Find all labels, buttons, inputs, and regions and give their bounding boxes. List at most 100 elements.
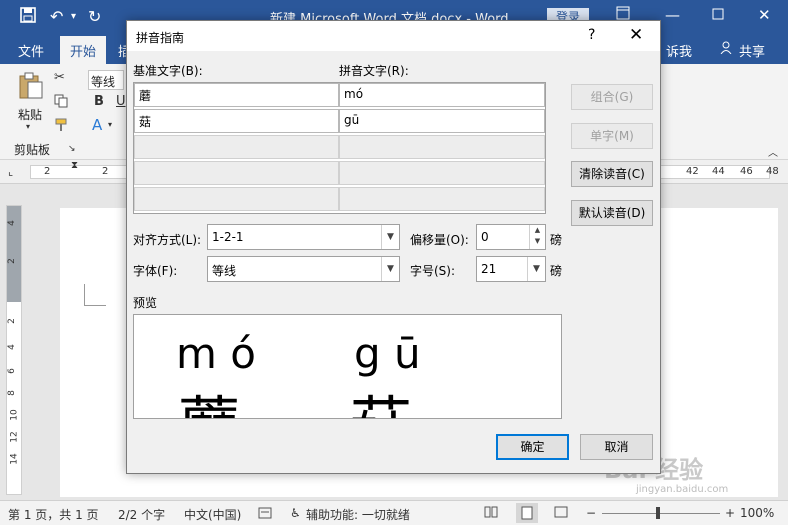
tab-home[interactable]: 开始: [60, 36, 107, 64]
size-value: 21: [481, 262, 497, 276]
undo-icon[interactable]: ↶: [50, 7, 63, 26]
underline-button[interactable]: U: [116, 94, 126, 109]
offset-spinner[interactable]: 0 ▲ ▼: [476, 224, 546, 250]
alignment-select[interactable]: 1-2-1 ▼: [207, 224, 400, 250]
word-count[interactable]: 2/2 个字: [118, 506, 165, 523]
vruler-tick: 14: [9, 453, 20, 465]
font-value: 等线: [212, 264, 237, 278]
baidu-watermark-url: jingyan.baidu.com: [636, 484, 729, 495]
ruby-text-label: 拼音文字(R):: [339, 64, 409, 78]
save-icon[interactable]: [20, 7, 36, 27]
ruler-tick: 46: [740, 166, 753, 177]
undo-dropdown-icon[interactable]: ▾: [71, 11, 76, 22]
ruby-text-cell: [339, 187, 545, 211]
ruler-tick: 48: [766, 166, 779, 177]
format-painter-icon[interactable]: [54, 118, 68, 136]
vruler-tick: 2: [6, 258, 17, 264]
cut-icon[interactable]: ✂: [54, 70, 65, 85]
text-effects-icon[interactable]: A: [92, 116, 102, 134]
zoom-in-button[interactable]: +: [725, 506, 735, 520]
size-select[interactable]: 21 ▼: [476, 256, 546, 282]
base-text-cell: [134, 161, 339, 185]
web-layout-icon[interactable]: [554, 506, 568, 521]
status-bar: 第 1 页，共 1 页 2/2 个字 中文(中国) ♿ 辅助功能: 一切就绪 −…: [0, 500, 788, 525]
preview-box: m ó g ū 蘑 菇: [133, 314, 562, 419]
zoom-out-button[interactable]: −: [586, 506, 596, 520]
print-layout-icon[interactable]: [516, 503, 538, 523]
base-text-cell: [134, 135, 339, 159]
font-name-box[interactable]: 等线: [88, 70, 124, 90]
vruler-tick: 10: [9, 409, 20, 421]
preview-ruby-1: m ó: [176, 329, 256, 378]
base-text-label: 基准文字(B):: [133, 64, 203, 78]
minimize-icon[interactable]: —: [665, 6, 680, 24]
user-icon: [720, 41, 732, 58]
macro-icon[interactable]: [258, 506, 272, 523]
chevron-down-icon[interactable]: ▼: [527, 257, 545, 281]
text-grid: 蘑 mó 菇 gū: [133, 82, 546, 214]
dialog-titlebar: 拼音指南 ? ✕: [127, 21, 660, 51]
clear-reading-button[interactable]: 清除读音(C): [571, 161, 653, 187]
clipboard-group-label: 剪贴板: [14, 143, 51, 157]
clipboard-launcher-icon[interactable]: ↘: [68, 144, 76, 154]
collapse-ribbon-icon[interactable]: ︿: [768, 144, 778, 159]
accessibility-status[interactable]: 辅助功能: 一切就绪: [306, 506, 410, 523]
margin-corner-mark: [84, 284, 106, 306]
ok-button[interactable]: 确定: [496, 434, 569, 460]
copy-icon[interactable]: [54, 94, 68, 112]
window-close-icon[interactable]: ✕: [758, 6, 771, 24]
zoom-slider[interactable]: [602, 513, 720, 514]
base-text-cell[interactable]: 蘑: [134, 83, 339, 107]
zoom-thumb[interactable]: [656, 507, 660, 519]
alignment-label: 对齐方式(L):: [133, 233, 202, 247]
tab-selector-icon[interactable]: ⌞: [8, 165, 13, 178]
ruler-tick: 2: [102, 166, 109, 177]
font-label: 字体(F):: [133, 264, 178, 278]
offset-value: 0: [481, 230, 489, 244]
preview-ruby-2: g ū: [354, 329, 421, 378]
vertical-ruler: 4 2 2 4 6 8 10 12 14: [6, 205, 22, 495]
chevron-down-icon[interactable]: ▼: [381, 257, 399, 281]
vruler-tick: 4: [6, 344, 17, 350]
offset-unit: 磅: [550, 233, 563, 247]
ruler-tick: 2: [44, 166, 51, 177]
bold-button[interactable]: B: [94, 94, 104, 109]
paste-dropdown-icon[interactable]: ▾: [26, 122, 30, 131]
zoom-level[interactable]: 100%: [740, 506, 774, 520]
preview-base-2: 菇: [350, 375, 412, 418]
spinner-arrows-icon[interactable]: ▲ ▼: [529, 225, 545, 249]
preview-base-1: 蘑: [178, 375, 240, 418]
vruler-tick: 4: [6, 220, 17, 226]
preview-label: 预览: [133, 296, 158, 310]
text-effects-dropdown-icon[interactable]: ▾: [108, 120, 112, 129]
share-button[interactable]: 共享: [739, 41, 765, 60]
tab-file[interactable]: 文件: [18, 41, 44, 60]
phonetic-guide-dialog: 拼音指南 ? ✕ 基准文字(B): 拼音文字(R): 蘑 mó 菇 gū 组合(…: [126, 20, 661, 474]
accessibility-icon[interactable]: ♿: [290, 506, 301, 520]
indent-marker-icon[interactable]: ⧗: [71, 160, 78, 171]
help-icon[interactable]: ?: [588, 27, 595, 43]
font-select[interactable]: 等线 ▼: [207, 256, 400, 282]
paste-icon[interactable]: [18, 72, 44, 104]
vruler-tick: 8: [6, 390, 17, 396]
mono-button[interactable]: 单字(M): [571, 123, 653, 149]
page-count[interactable]: 第 1 页，共 1 页: [8, 506, 99, 523]
ruby-text-cell: [339, 135, 545, 159]
group-button[interactable]: 组合(G): [571, 84, 653, 110]
alignment-value: 1-2-1: [212, 230, 244, 244]
paste-label[interactable]: 粘贴: [18, 106, 42, 123]
default-reading-button[interactable]: 默认读音(D): [571, 200, 653, 226]
vruler-tick: 2: [6, 318, 17, 324]
tell-me-box[interactable]: 诉我: [666, 41, 692, 60]
close-icon[interactable]: ✕: [629, 25, 643, 45]
ruby-text-cell[interactable]: gū: [339, 109, 545, 133]
cancel-button[interactable]: 取消: [580, 434, 653, 460]
read-mode-icon[interactable]: [484, 506, 498, 521]
chevron-down-icon[interactable]: ▼: [381, 225, 399, 249]
redo-icon[interactable]: ↻: [88, 7, 101, 26]
maximize-icon[interactable]: [712, 6, 724, 24]
ruby-text-cell[interactable]: mó: [339, 83, 545, 107]
language[interactable]: 中文(中国): [184, 506, 241, 523]
base-text-cell[interactable]: 菇: [134, 109, 339, 133]
vruler-tick: 12: [9, 431, 20, 443]
